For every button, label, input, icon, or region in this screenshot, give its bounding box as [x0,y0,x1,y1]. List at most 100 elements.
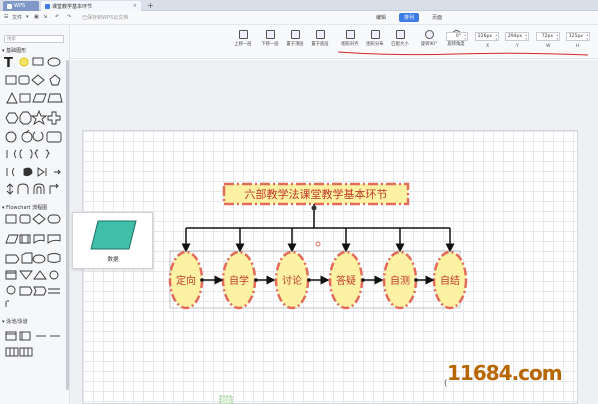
rect-plain-icon[interactable] [19,93,31,103]
file-dropdown-icon[interactable]: ▾ [26,14,29,20]
terminator-icon[interactable] [47,214,61,224]
pool-2-icon[interactable] [19,347,33,357]
off-page-icon[interactable] [19,286,33,296]
brackets-icon[interactable] [6,149,50,159]
rounded-rect-icon[interactable] [18,75,30,85]
diamond-icon[interactable] [31,74,45,86]
x-field[interactable]: 226px ▴ ▾ [475,32,499,41]
arc-icon[interactable] [21,129,33,143]
diagram-title-box[interactable]: 六部教学法课堂教学基本环节 [222,182,410,206]
menu-arrange[interactable]: 排列 [399,13,420,22]
match-size-button[interactable]: 匹配大小 [386,30,414,47]
y-field[interactable]: 294px ▴ ▾ [505,32,529,41]
stored-data-icon[interactable] [47,253,61,263]
rotation-stepper[interactable]: ▴ ▾ [464,33,466,41]
cloud-icon[interactable] [23,167,33,177]
rotate-90-button[interactable]: 旋转90° [415,30,443,47]
ellipse-icon[interactable] [47,57,61,67]
document-shape-icon[interactable] [46,131,62,143]
corner-arrow-icon[interactable] [49,183,59,194]
card-icon[interactable] [21,252,33,264]
step-node[interactable]: 答疑 [328,250,364,310]
category-flowchart[interactable]: ▾ Flowchart 流程图 [2,204,47,211]
step-node[interactable]: 定向 [168,250,204,310]
alt-process-icon[interactable] [19,214,31,224]
export-icon[interactable]: ⇲ [43,14,47,20]
category-basic-shapes[interactable]: ▾ 基础图形 [2,47,26,54]
save-icon[interactable]: ▣ [34,14,39,20]
bracket-icon[interactable] [5,300,9,307]
square-icon[interactable] [5,75,17,85]
distribute-shapes-button[interactable]: 图形分布 [361,30,389,47]
cross-icon[interactable] [47,111,61,125]
double-arrow-icon[interactable] [6,183,14,195]
undo-icon[interactable]: ↶ [55,14,59,20]
curve-icon[interactable] [12,167,15,177]
align-shapes-button[interactable]: 图形对齐 [336,30,364,47]
play-icon[interactable] [37,167,47,177]
document-flow-icon[interactable] [33,234,45,244]
rotation-angle-field[interactable]: 0° ▴ ▾ [446,32,468,41]
menu-icon[interactable]: ☰ [4,14,8,20]
process-icon[interactable] [5,214,17,224]
triangle-icon[interactable] [6,91,18,104]
multi-document-icon[interactable] [47,234,61,244]
menu-page[interactable]: 页面 [427,13,447,22]
width-stepper[interactable]: ▴ ▾ [556,33,558,41]
height-field[interactable]: 125px ▴ ▾ [566,32,590,41]
star-icon[interactable] [30,109,48,126]
connector-icon[interactable] [32,254,46,264]
width-field[interactable]: 72px ▴ ▾ [536,32,560,41]
summing-junction-icon[interactable] [49,270,59,280]
pool-icon[interactable] [5,347,19,357]
menu-edit[interactable]: 编辑 [371,13,391,22]
send-backward-button[interactable]: 下移一层 [256,30,284,47]
circle-icon[interactable] [5,131,17,143]
sidebar-scrollbar[interactable] [66,60,69,390]
tab-wps[interactable]: WPS [3,1,39,11]
swimlane-v-icon[interactable] [19,331,31,341]
shape-search-input[interactable]: 搜索 [4,35,64,43]
x-stepper[interactable]: ▴ ▾ [495,33,497,41]
step-node[interactable]: 讨论 [274,250,310,310]
merge-icon[interactable] [19,270,33,280]
annotation-icon[interactable] [48,288,60,294]
tab-document[interactable]: 课堂教学基本环节 × [41,1,141,11]
preparation-icon[interactable] [33,286,47,296]
octagon-icon[interactable] [19,111,32,125]
y-stepper[interactable]: ▴ ▾ [525,33,527,41]
u-turn-icon[interactable] [33,183,45,194]
arrow-right-icon[interactable] [54,169,62,175]
close-icon[interactable]: × [133,3,137,9]
rectangle-icon[interactable] [32,57,44,66]
height-stepper[interactable]: ▴ ▾ [586,33,588,41]
moon-icon[interactable] [32,131,44,142]
trapezoid-icon[interactable] [47,93,63,103]
redo-icon[interactable]: ↷ [67,14,71,20]
bring-forward-button[interactable]: 上移一层 [229,30,257,47]
rotate-handle[interactable] [315,241,321,247]
hexagon-icon[interactable] [5,112,19,124]
sticky-note-icon[interactable] [19,57,29,67]
extract-icon[interactable] [33,270,47,280]
display-icon[interactable] [5,254,20,264]
selection-handle-top[interactable] [311,205,317,211]
step-node[interactable]: 自学 [221,250,257,310]
decision-icon[interactable] [32,213,46,225]
step-node[interactable]: 自结 [432,250,468,310]
category-swimlane[interactable]: ▾ 泳池/泳道 [2,318,28,325]
predefined-process-icon[interactable] [19,234,31,244]
send-to-back-button[interactable]: 置于底层 [306,30,334,47]
data-shape-icon[interactable] [90,220,137,250]
new-tab-button[interactable]: + [147,0,154,10]
bring-to-front-button[interactable]: 置于顶层 [281,30,309,47]
parallelogram-icon[interactable] [32,93,47,103]
step-node[interactable]: 自测 [382,250,418,310]
swimlane-h-icon[interactable] [5,331,17,341]
file-menu[interactable]: 文件 [12,14,22,21]
pentagon-icon[interactable] [49,74,61,86]
text-shape-icon[interactable]: T [4,56,13,71]
internal-storage-icon[interactable] [5,270,17,280]
or-icon[interactable] [6,285,16,295]
arch-icon[interactable] [17,183,29,194]
